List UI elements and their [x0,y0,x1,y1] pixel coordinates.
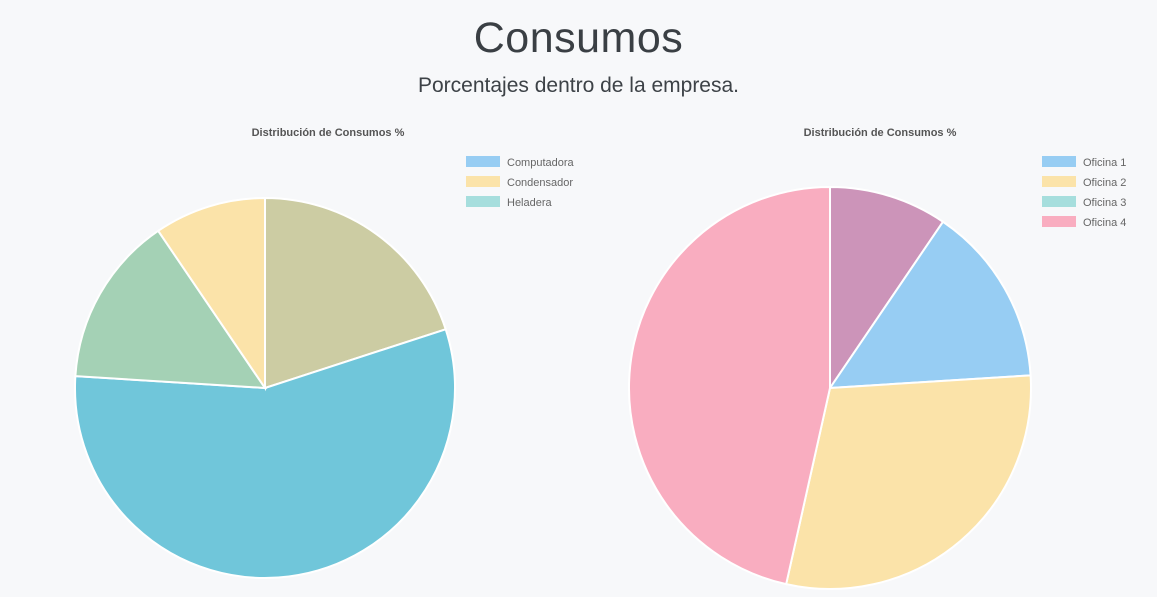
chart-title: Distribución de Consumos % [252,127,405,139]
legend-label: Computadora [507,157,575,169]
legend-label: Oficina 3 [1083,197,1126,209]
page: Consumos Porcentajes dentro de la empres… [0,0,1157,597]
legend-label: Oficina 2 [1083,177,1126,189]
pie-chart-consumption-by-device: Distribución de Consumos % Computadora Con… [0,118,580,597]
legend-item[interactable]: Oficina 4 [1042,216,1126,229]
page-title: Consumos [473,14,684,62]
legend-item[interactable]: Computadora [466,156,575,169]
legend-swatch [1042,196,1076,207]
legend-label: Heladera [507,197,553,209]
legend-swatch [1042,216,1076,227]
legend-swatch [466,176,500,187]
pie-chart-0-svg: Distribución de Consumos % Computadora Con… [74,127,575,579]
legend-item[interactable]: Condensador [466,176,573,189]
legend-label: Oficina 4 [1083,217,1126,229]
legend-swatch [1042,176,1076,187]
legend-swatch [466,156,500,167]
pie-chart-consumption-by-office: Distribución de Consumos % Oficina 1 Ofici… [580,118,1157,597]
legend-item[interactable]: Oficina 1 [1042,156,1126,169]
legend-item[interactable]: Oficina 2 [1042,176,1126,189]
chart-title: Distribución de Consumos % [804,127,957,139]
legend-item[interactable]: Heladera [466,196,553,209]
pie-chart-1-svg: Distribución de Consumos % Oficina 1 Ofici… [628,127,1126,590]
pie-slice-3[interactable] [628,185,831,586]
legend-swatch [466,196,500,207]
legend-item[interactable]: Oficina 3 [1042,196,1126,209]
legend-label: Condensador [507,177,573,189]
page-subtitle: Porcentajes dentro de la empresa. [417,74,740,97]
legend-label: Oficina 1 [1083,157,1126,169]
legend-swatch [1042,156,1076,167]
